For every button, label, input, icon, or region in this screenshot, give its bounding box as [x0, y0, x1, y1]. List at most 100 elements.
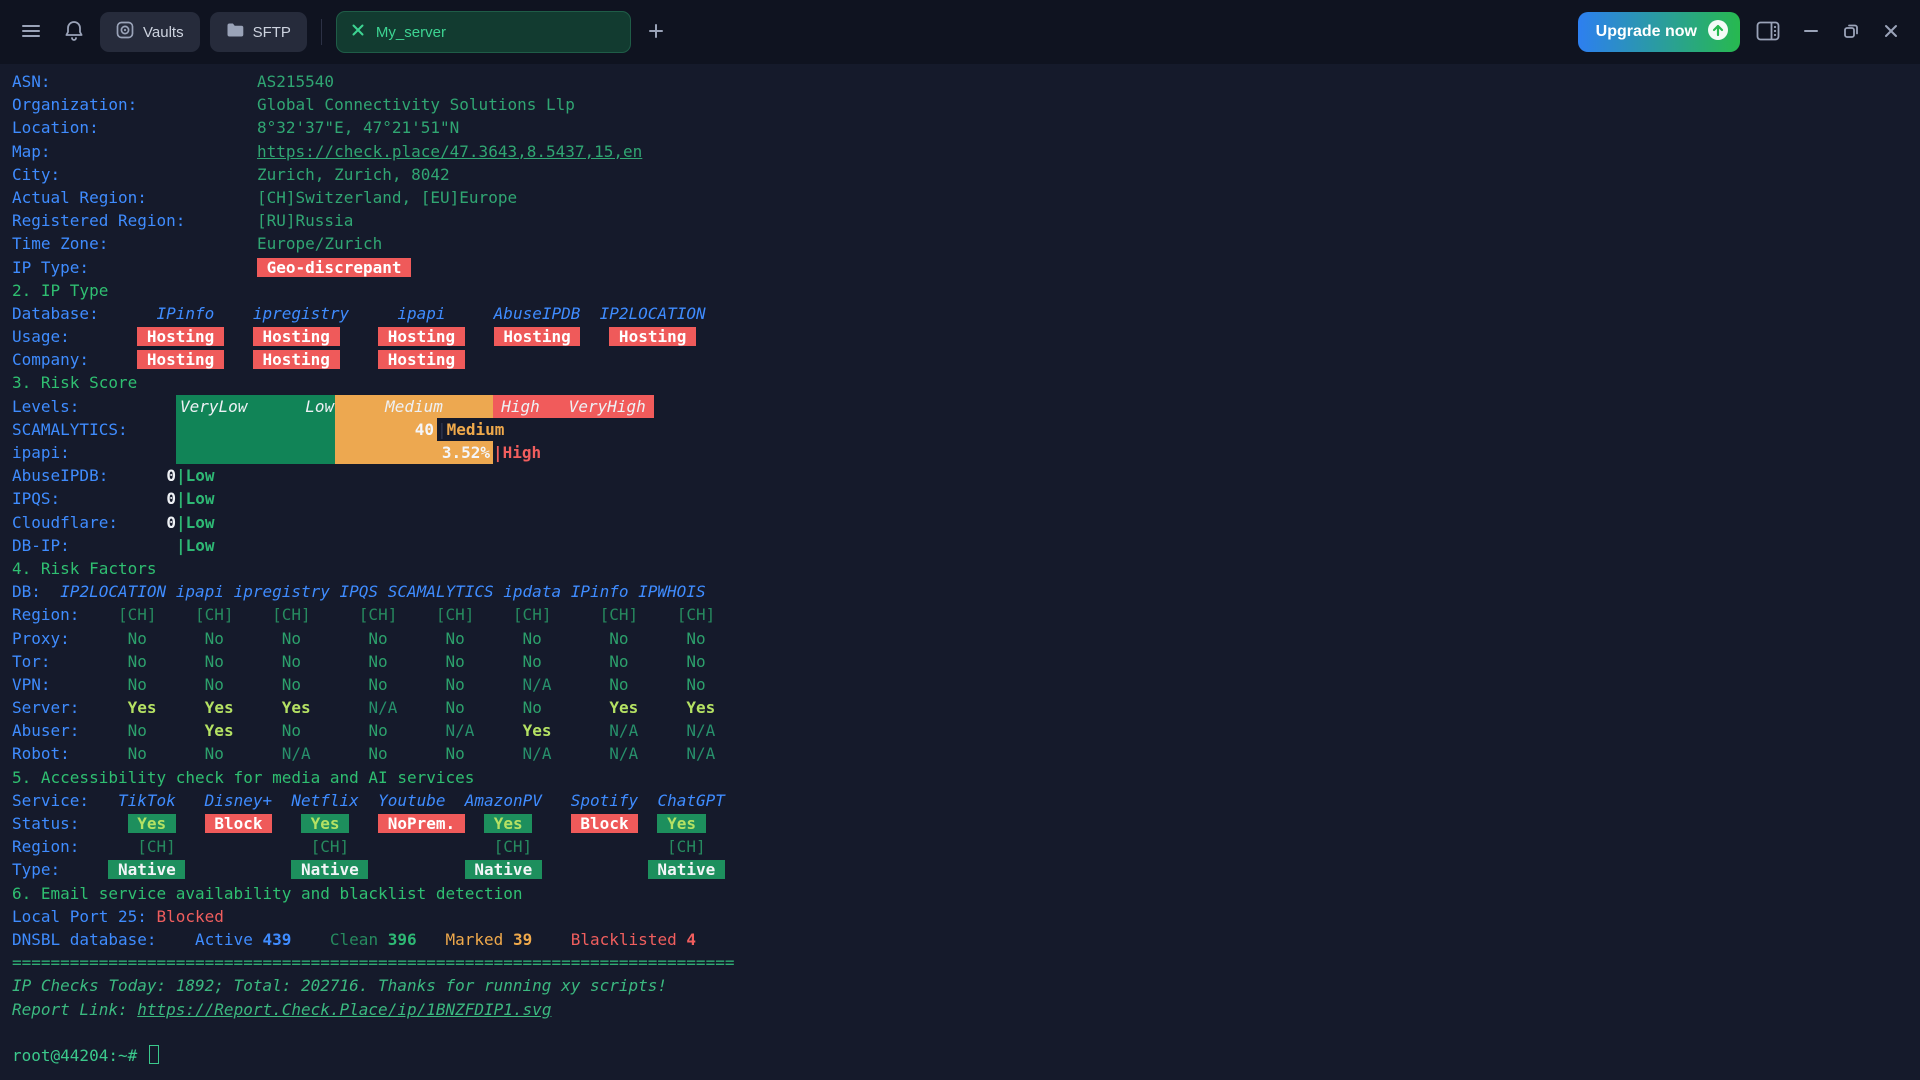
hamburger-icon: [20, 20, 42, 45]
text-segment: [291, 930, 330, 949]
text-segment: [465, 698, 523, 717]
text-segment: [272, 814, 301, 833]
tab-vaults[interactable]: Vaults: [100, 12, 200, 52]
new-tab-button[interactable]: [641, 16, 671, 49]
text-segment: N/A: [282, 744, 311, 763]
text-segment: IP2LOCATION: [600, 304, 706, 323]
terminal-line: Database: IPinfo ipregistry ipapi AbuseI…: [12, 302, 1920, 325]
text-segment: Status:: [12, 814, 79, 833]
text-segment: No: [205, 675, 224, 694]
folder-icon: [226, 22, 244, 42]
terminal-line: Server: Yes Yes Yes N/A No No Yes Yes: [12, 696, 1920, 719]
text-segment: |: [493, 443, 503, 462]
text-segment: AbuseIPDB: [494, 304, 581, 323]
text-segment: |: [176, 466, 186, 485]
terminal-cursor: [149, 1045, 159, 1064]
text-segment: |: [176, 536, 186, 555]
text-segment: Disney+: [205, 791, 272, 810]
tab-my-server[interactable]: My_server: [336, 11, 631, 53]
text-segment: No: [368, 675, 387, 694]
text-segment: Europe/Zurich: [257, 234, 382, 253]
terminal-line: Tor: No No No No No No No No: [12, 650, 1920, 673]
text-segment: [41, 582, 60, 601]
text-segment: [542, 791, 571, 810]
terminal-line: Actual Region:[CH]Switzerland, [EU]Europ…: [12, 186, 1920, 209]
terminal-output[interactable]: ASN:AS215540Organization:Global Connecti…: [0, 64, 1920, 1080]
row-label: IPQS:: [12, 487, 60, 510]
notifications-button[interactable]: [58, 14, 90, 51]
text-segment: [89, 791, 118, 810]
tab-sftp[interactable]: SFTP: [210, 12, 307, 52]
terminal-line: Organization:Global Connectivity Solutio…: [12, 93, 1920, 116]
text-segment: Active: [195, 930, 262, 949]
text-segment: AbuseIPDB:0: [12, 464, 176, 487]
upgrade-button[interactable]: Upgrade now: [1578, 12, 1740, 52]
sidebar-panel-icon: [1756, 21, 1780, 44]
text-segment: Low: [186, 536, 215, 555]
text-segment: No: [205, 629, 224, 648]
text-segment: [388, 652, 446, 671]
close-button[interactable]: [1876, 16, 1906, 49]
text-segment: No: [686, 675, 705, 694]
text-segment: Yes: [205, 698, 234, 717]
text-segment: [629, 675, 687, 694]
text-segment: IP2LOCATION ipapi ipregistry IPQS SCAMAL…: [60, 582, 705, 601]
text-segment: SCAMALYTICS:: [12, 418, 176, 441]
terminal-line: 4. Risk Factors: [12, 557, 1920, 580]
text-segment: Native: [291, 860, 368, 879]
close-tab-icon[interactable]: [351, 23, 365, 41]
text-segment: [301, 721, 368, 740]
panel-toggle-button[interactable]: [1750, 15, 1786, 50]
text-segment: N/A: [686, 721, 715, 740]
text-segment: Low: [186, 466, 215, 485]
text-segment: No: [368, 721, 387, 740]
text-segment: 4: [686, 930, 696, 949]
text-segment: 6. Email service availability and blackl…: [12, 884, 523, 903]
text-segment: [224, 327, 253, 346]
text-segment: No: [128, 629, 147, 648]
text-segment: 3.52%: [335, 441, 493, 464]
text-segment: [147, 675, 205, 694]
tab-vaults-label: Vaults: [143, 24, 184, 41]
text-segment: Map:: [12, 140, 257, 163]
row-label: DB-IP:: [12, 534, 70, 557]
text-segment: [147, 744, 205, 763]
row-value: 0: [166, 511, 176, 534]
text-segment: Native: [465, 860, 542, 879]
restore-icon: [1842, 22, 1860, 43]
text-segment: [446, 304, 494, 323]
minimize-button[interactable]: [1796, 16, 1826, 49]
text-segment: Region:: [12, 605, 79, 624]
text-segment: [638, 814, 657, 833]
text-segment: Hosting: [253, 327, 340, 346]
terminal-link[interactable]: https://check.place/47.3643,8.5437,15,en: [257, 142, 642, 161]
text-segment: City:: [12, 163, 257, 186]
text-segment: [580, 304, 599, 323]
text-segment: Hosting: [494, 327, 581, 346]
text-segment: [79, 605, 118, 624]
tab-my-server-label: My_server: [376, 24, 446, 41]
text-segment: No: [368, 652, 387, 671]
text-segment: Global Connectivity Solutions Llp: [257, 95, 575, 114]
text-segment: No: [282, 675, 301, 694]
restore-button[interactable]: [1836, 16, 1866, 49]
text-segment: ipregistry: [253, 304, 349, 323]
text-segment: Cloudflare:0: [12, 511, 176, 534]
row-value: 0: [166, 464, 176, 487]
text-segment: Yes: [282, 698, 311, 717]
menu-button[interactable]: [14, 14, 48, 51]
text-segment: ========================================…: [12, 953, 734, 972]
tab-divider: [321, 19, 322, 45]
text-segment: No: [445, 675, 464, 694]
text-segment: [CH]: [513, 605, 552, 624]
terminal-line: IPQS:0|Low: [12, 487, 1920, 510]
text-segment: [532, 837, 667, 856]
text-segment: NoPrem.: [378, 814, 465, 833]
text-segment: [638, 698, 686, 717]
text-segment: [CH]: [359, 605, 398, 624]
text-segment: N/A: [446, 721, 475, 740]
terminal-link[interactable]: https://Report.Check.Place/ip/1BNZFDIP1.…: [137, 1000, 551, 1019]
text-segment: [532, 930, 571, 949]
text-segment: [388, 721, 446, 740]
text-segment: [CH]: [600, 605, 639, 624]
